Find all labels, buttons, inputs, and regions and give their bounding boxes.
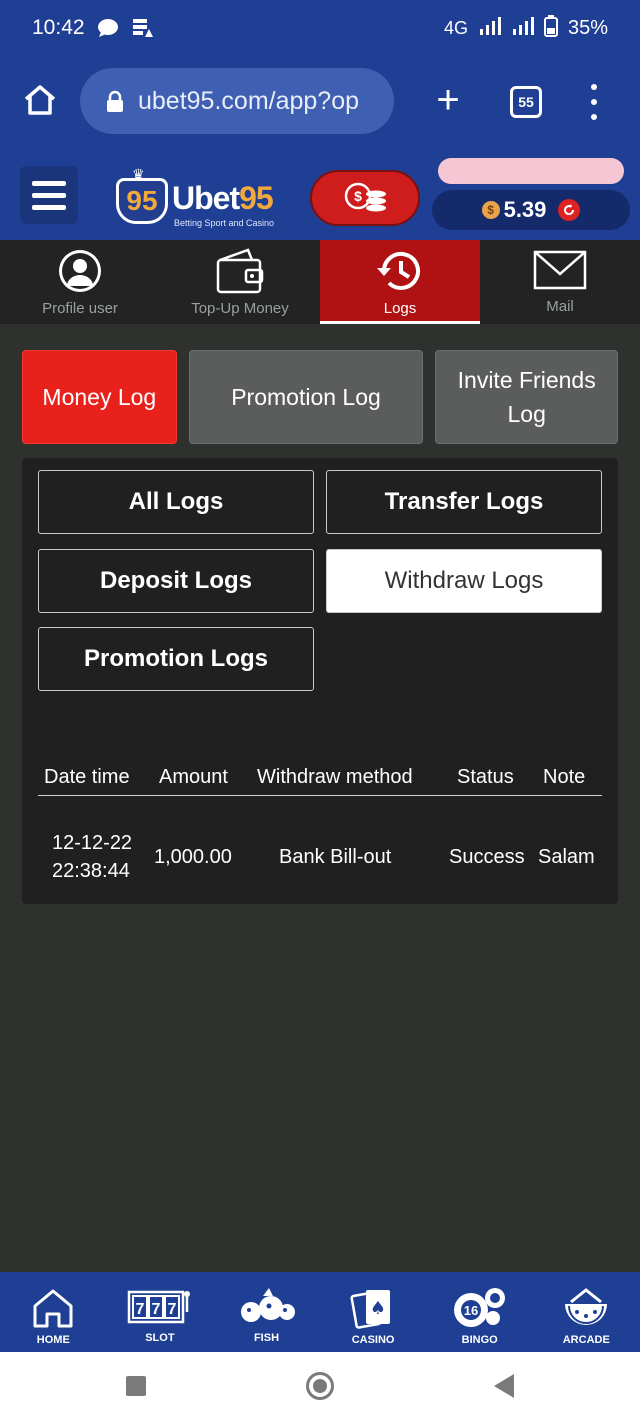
history-icon — [377, 251, 420, 290]
logo-badge: 95 — [116, 178, 168, 224]
svg-text:16: 16 — [463, 1303, 477, 1318]
row-method: Bank Bill-out — [279, 846, 392, 868]
hamburger-menu-icon[interactable] — [20, 166, 78, 224]
money-log-tab[interactable]: Money Log — [22, 350, 177, 444]
fish-icon — [241, 1288, 296, 1322]
svg-text:7: 7 — [135, 1301, 144, 1318]
cards-icon: ♠ — [350, 1290, 391, 1329]
deposit-coins-button[interactable]: $ — [310, 170, 420, 226]
withdraw-logs-button[interactable]: Withdraw Logs — [326, 549, 602, 613]
mail-icon — [533, 250, 587, 290]
network-type: 4G — [443, 17, 468, 38]
username-redacted — [438, 158, 624, 184]
signal-icon — [478, 16, 502, 40]
row-time: 22:38:44 — [52, 860, 130, 882]
address-bar[interactable]: ubet95.com/app?op — [80, 68, 394, 134]
svg-text:7: 7 — [167, 1301, 176, 1318]
row-amount: 1,000.00 — [154, 846, 232, 868]
tab-switcher-button[interactable]: 55 — [510, 86, 542, 118]
log-type-tabs: Money Log Promotion Log Invite Friends L… — [22, 350, 619, 444]
all-logs-button[interactable]: All Logs — [38, 470, 314, 534]
wallet-icon — [216, 248, 264, 294]
logo-tagline: Betting Sport and Casino — [174, 218, 275, 228]
row-date: 12-12-22 — [52, 832, 133, 854]
url-text: ubet95.com/app?op — [138, 86, 360, 115]
tab-label: Top-Up Money — [191, 300, 289, 317]
table-header: Date time Amount Withdraw method Status … — [38, 762, 602, 796]
coin-icon: $ — [481, 201, 500, 219]
column-header: Note — [543, 766, 586, 788]
status-bar: 10:42 4G 35% — [0, 0, 640, 56]
bingo-icon: 16 — [453, 1288, 505, 1327]
clock: 10:42 — [32, 16, 85, 39]
column-header: Amount — [159, 766, 228, 788]
nav-bingo[interactable]: 16 BINGO — [426, 1272, 533, 1352]
balance-display: $ 5.39 — [432, 190, 630, 230]
battery-icon — [543, 14, 558, 42]
svg-text:7: 7 — [151, 1301, 160, 1318]
new-tab-button[interactable]: + — [430, 80, 466, 120]
column-header: Date time — [44, 766, 130, 788]
row-status: Success — [449, 846, 525, 868]
table-row: 12-12-22 22:38:44 1,000.00 Bank Bill-out… — [38, 826, 602, 888]
arcade-icon — [565, 1288, 608, 1325]
chat-notification-icon — [97, 18, 119, 38]
tab-profile-user[interactable]: Profile user — [0, 240, 160, 324]
tab-label: Profile user — [42, 300, 118, 317]
bottom-navigation: HOME 777 SLOT FISH ♠ CASINO 16 BINGO ARC… — [0, 1272, 640, 1352]
battery-percent: 35% — [567, 16, 608, 39]
site-logo[interactable]: ♛ 95 Ubet95 Betting Sport and Casino — [116, 166, 280, 232]
recent-apps-icon[interactable] — [126, 1376, 146, 1396]
account-navigation: Profile user Top-Up Money Logs Mail — [0, 240, 640, 324]
svg-text:$: $ — [354, 188, 362, 204]
nav-home[interactable]: HOME — [0, 1272, 107, 1352]
home-circle-icon[interactable] — [306, 1372, 334, 1400]
nav-casino[interactable]: ♠ CASINO — [320, 1272, 427, 1352]
site-header: ♛ 95 Ubet95 Betting Sport and Casino $ $… — [0, 152, 640, 240]
invite-friends-log-tab[interactable]: Invite Friends Log — [435, 350, 619, 444]
nav-arcade[interactable]: ARCADE — [533, 1272, 640, 1352]
nav-fish[interactable]: FISH — [213, 1272, 320, 1352]
transfer-logs-button[interactable]: Transfer Logs — [326, 470, 602, 534]
nav-slot[interactable]: 777 SLOT — [107, 1272, 214, 1352]
browser-menu-icon[interactable] — [584, 84, 604, 120]
column-header: Withdraw method — [257, 766, 413, 788]
promotion-log-tab[interactable]: Promotion Log — [188, 350, 424, 444]
refresh-balance-icon[interactable] — [558, 199, 581, 221]
tab-top-up-money[interactable]: Top-Up Money — [160, 240, 320, 324]
balance-amount: 5.39 — [503, 197, 547, 222]
slot-icon: 777 — [127, 1290, 190, 1324]
system-navigation-bar — [0, 1352, 640, 1422]
browser-toolbar: ubet95.com/app?op + 55 — [0, 56, 640, 152]
deposit-logs-button[interactable]: Deposit Logs — [38, 549, 314, 613]
home-icon — [33, 1289, 73, 1328]
profile-icon — [59, 250, 101, 292]
storage-notification-icon — [131, 17, 153, 39]
coins-icon: $ — [344, 182, 386, 212]
tab-logs[interactable]: Logs — [320, 240, 480, 324]
browser-home-icon[interactable] — [22, 82, 58, 118]
lock-icon — [107, 90, 123, 112]
promotion-logs-button[interactable]: Promotion Logs — [38, 627, 314, 691]
tab-label: Mail — [546, 298, 574, 315]
tab-mail[interactable]: Mail — [480, 240, 640, 324]
signal-icon-2 — [512, 16, 534, 40]
column-header: Status — [457, 766, 514, 788]
svg-text:♠: ♠ — [370, 1298, 386, 1319]
back-triangle-icon[interactable] — [494, 1374, 514, 1398]
logo-text: Ubet95 — [172, 180, 274, 216]
row-note: Salam — [538, 846, 595, 868]
tab-label: Logs — [383, 300, 417, 317]
